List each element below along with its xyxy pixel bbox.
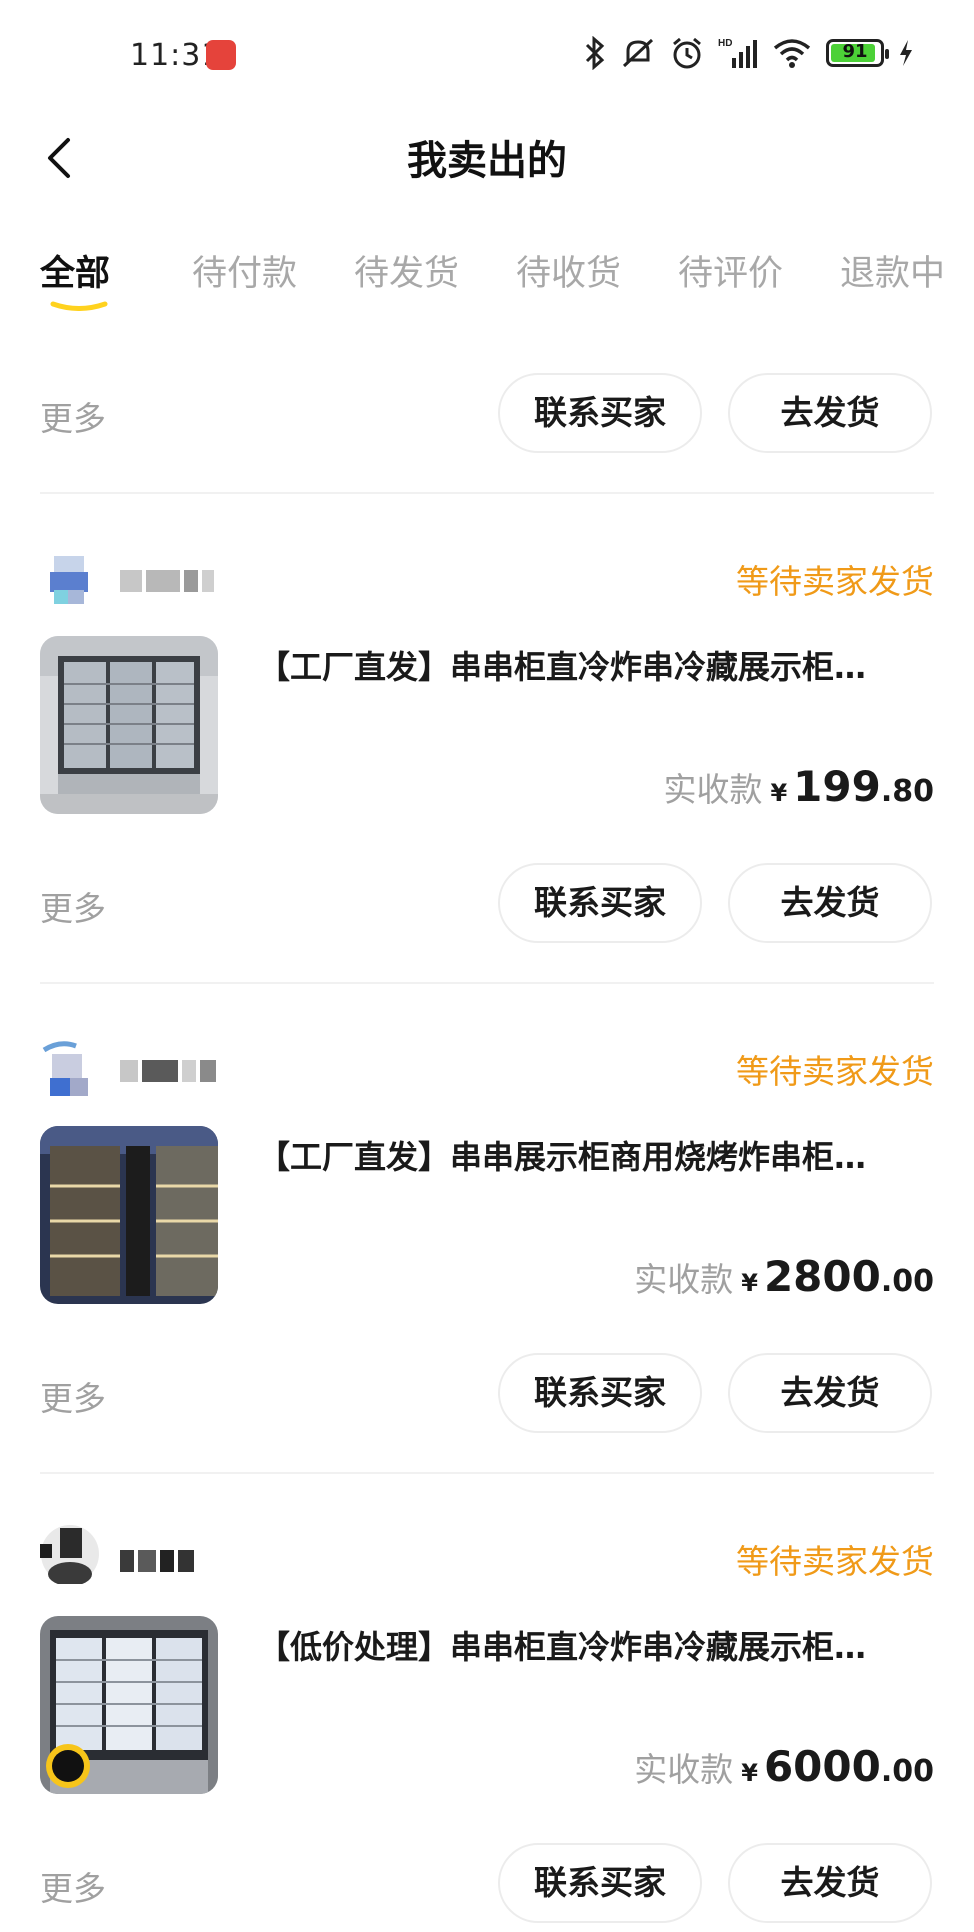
product-image[interactable] xyxy=(40,636,218,814)
price-label: 实收款 xyxy=(634,1260,734,1299)
tab-refunding[interactable]: 退款中 xyxy=(840,245,945,296)
battery-icon: 91 xyxy=(826,39,889,67)
product-image[interactable] xyxy=(40,1616,218,1794)
status-icons: HD 91 xyxy=(584,36,914,70)
more-link[interactable]: 更多 xyxy=(40,1372,106,1420)
buyer-avatar xyxy=(40,1040,100,1100)
price-decimal: .80 xyxy=(880,774,934,809)
divider xyxy=(40,492,934,494)
bluetooth-icon xyxy=(585,36,605,70)
more-link[interactable]: 更多 xyxy=(40,882,106,930)
divider xyxy=(40,1472,934,1474)
price-integer: 6000 xyxy=(763,1742,881,1791)
contact-buyer-button[interactable]: 联系买家 xyxy=(498,373,702,453)
tab-all[interactable]: 全部 xyxy=(40,245,110,296)
tab-pending-shipment[interactable]: 待发货 xyxy=(354,245,459,296)
divider xyxy=(40,982,934,984)
ship-button[interactable]: 去发货 xyxy=(728,1843,932,1923)
ship-button[interactable]: 去发货 xyxy=(728,1353,932,1433)
price-decimal: .00 xyxy=(880,1754,934,1789)
contact-buyer-button[interactable]: 联系买家 xyxy=(498,1843,702,1923)
order-status: 等待卖家发货 xyxy=(736,1542,934,1581)
order-tabs: 全部 待付款 待发货 待收货 待评价 退款中 xyxy=(0,235,974,315)
tab-pending-receipt[interactable]: 待收货 xyxy=(516,245,621,296)
price-label: 实收款 xyxy=(663,770,763,809)
received-amount: 实收款 ¥ 199 .80 xyxy=(663,762,934,811)
buyer-nickname xyxy=(120,1550,198,1578)
mute-icon xyxy=(622,38,654,68)
contact-buyer-button[interactable]: 联系买家 xyxy=(498,863,702,943)
svg-text:HD: HD xyxy=(718,38,732,49)
wifi-icon xyxy=(773,39,811,68)
received-amount: 实收款 ¥ 6000 .00 xyxy=(634,1742,934,1791)
order-status: 等待卖家发货 xyxy=(736,562,934,601)
tab-pending-review[interactable]: 待评价 xyxy=(678,245,783,296)
buyer-nickname xyxy=(120,570,218,598)
order-status: 等待卖家发货 xyxy=(736,1052,934,1091)
buyer-nickname xyxy=(120,1060,220,1088)
product-title[interactable]: 【低价处理】串串柜直冷炸串冷藏展示柜… xyxy=(258,1622,918,1668)
buyer-avatar xyxy=(40,1524,100,1586)
price-integer: 199 xyxy=(793,762,881,811)
price-integer: 2800 xyxy=(763,1252,881,1301)
page-title: 我卖出的 xyxy=(407,138,567,184)
charging-icon xyxy=(900,40,912,66)
buyer-avatar xyxy=(40,550,100,610)
currency-symbol: ¥ xyxy=(770,779,788,807)
header: 我卖出的 xyxy=(0,110,974,210)
product-image[interactable] xyxy=(40,1126,218,1304)
contact-buyer-button[interactable]: 联系买家 xyxy=(498,1353,702,1433)
more-link[interactable]: 更多 xyxy=(40,392,106,440)
more-link[interactable]: 更多 xyxy=(40,1862,106,1910)
ship-button[interactable]: 去发货 xyxy=(728,373,932,453)
received-amount: 实收款 ¥ 2800 .00 xyxy=(634,1252,934,1301)
product-title[interactable]: 【工厂直发】串串展示柜商用烧烤炸串柜… xyxy=(258,1132,918,1178)
price-decimal: .00 xyxy=(880,1264,934,1299)
battery-level: 91 xyxy=(842,41,868,62)
signal-icon: HD xyxy=(718,38,757,68)
ship-button[interactable]: 去发货 xyxy=(728,863,932,943)
product-title[interactable]: 【工厂直发】串串柜直冷炸串冷藏展示柜… xyxy=(258,642,918,688)
alarm-icon xyxy=(673,37,701,69)
currency-symbol: ¥ xyxy=(741,1759,758,1787)
tab-pending-payment[interactable]: 待付款 xyxy=(192,245,297,296)
status-bar: 11:31 HD 91 xyxy=(0,0,974,110)
tab-active-indicator xyxy=(50,301,108,311)
app-notification-icon xyxy=(206,40,236,70)
currency-symbol: ¥ xyxy=(741,1269,758,1297)
price-label: 实收款 xyxy=(634,1750,734,1789)
